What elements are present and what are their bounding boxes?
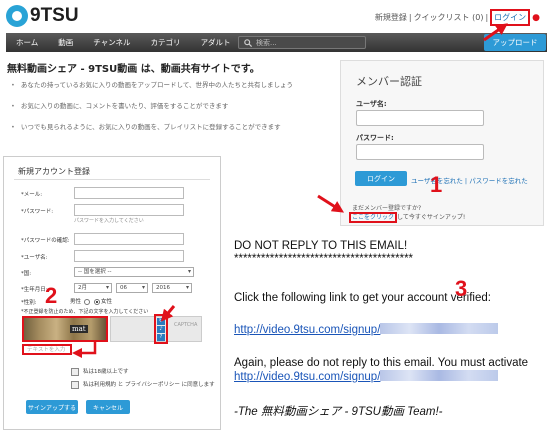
arrow-to-captcha-input	[72, 340, 97, 358]
annotation-arrows	[72, 23, 508, 358]
arrow-to-login	[483, 23, 508, 42]
arrow-to-captcha-controls	[160, 305, 176, 322]
arrow-to-click-here	[317, 194, 345, 213]
